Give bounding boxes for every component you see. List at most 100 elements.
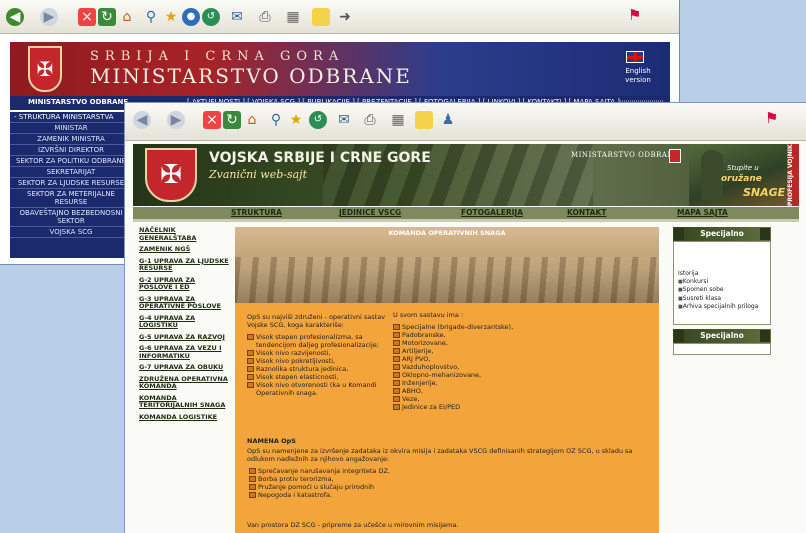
unit-link[interactable]: ZAMENIK NGŠ [139, 245, 231, 254]
history-icon[interactable]: ↺ [202, 8, 220, 26]
bullet-icon [249, 468, 256, 474]
side-menu-item[interactable]: SEKTOR ZA POLITIKU ODBRANE [10, 156, 132, 167]
special-link[interactable]: Spomen sobe [678, 286, 766, 295]
side-menu-item[interactable]: ZAMENIK MINISTRA [10, 134, 132, 145]
windows-logo-icon: ⚑ [628, 6, 642, 24]
uk-flag-icon[interactable] [626, 51, 644, 63]
bullet-icon [249, 476, 256, 482]
unit-link[interactable]: G-2 UPRAVA ZA POSLOVE I ED [139, 276, 231, 292]
ministry-link[interactable]: MINISTARSTVO ODBRANE [571, 151, 680, 159]
nav-mapa-sajta[interactable]: MAPA SAJTA [677, 208, 728, 217]
unit-link[interactable]: KOMANDA TERITORIJALNIH SNAGA [139, 394, 231, 410]
stop-icon[interactable]: × [203, 111, 221, 129]
bullet-icon [247, 350, 254, 356]
coat-of-arms-icon: ✠ [28, 46, 62, 92]
refresh-icon[interactable]: ↻ [223, 111, 241, 129]
site-title: VOJSKA SRBIJE I CRNE GORE [209, 150, 431, 166]
banner-country: SRBIJA I CRNA GORA [90, 49, 345, 64]
side-menu-item[interactable]: SEKTOR ZA LJUDSKE RESURSE [10, 178, 132, 189]
windows-logo-icon: ⚑ [765, 109, 779, 127]
promo-line3: SNAGE [743, 186, 786, 199]
special-link[interactable]: Susreti klasa [678, 295, 766, 304]
ministry-banner: ✠ SRBIJA I CRNA GORA MINISTARSTVO ODBRAN… [10, 42, 670, 96]
special-link[interactable]: Arhiva specijalnih priloga [678, 303, 766, 312]
side-menu-item[interactable]: IZVRŠNI DIREKTOR [10, 145, 132, 156]
history-icon[interactable]: ↺ [309, 111, 327, 129]
media-icon[interactable]: ● [182, 8, 200, 26]
side-menu-item[interactable]: VOJSKA SCG [10, 227, 132, 238]
banner-ministry: MINISTARSTVO ODBRANE [90, 64, 412, 88]
site-nav-bar: STRUKTURA JEDINICE VSCG FOTOGALERIJA KON… [133, 207, 799, 219]
list-item: Oklopno-mehanizovane, [393, 371, 543, 379]
unit-link[interactable]: G-6 UPRAVA ZA VEZU I INFORMATIKU [139, 344, 231, 360]
search-icon[interactable]: ⚲ [267, 111, 285, 129]
forward-icon[interactable]: ▶ [167, 111, 185, 129]
promo-line1: Stupite u [727, 164, 759, 172]
side-menu-item[interactable]: MINISTAR [10, 123, 132, 134]
bullet-icon [393, 324, 400, 330]
favorites-icon[interactable]: ★ [162, 8, 180, 26]
side-menu-item[interactable]: OBAVEŠTAJNO BEZBEDNOSNI SEKTOR [10, 208, 132, 227]
special-panel-title-2: Specijalno [673, 329, 771, 343]
unit-link[interactable]: ZDRUŽENA OPERATIVNA KOMANDA [139, 375, 231, 391]
nav-fotogalerija[interactable]: FOTOGALERIJA [461, 208, 523, 217]
list-item: Specijalne (brigade-diverzantske), [393, 323, 543, 331]
bullet-icon [393, 380, 400, 386]
special-link-history[interactable]: Istorija [678, 270, 766, 278]
refresh-icon[interactable]: ↻ [98, 8, 116, 26]
bullet-icon [393, 340, 400, 346]
nav-kontakt[interactable]: KONTAKT [567, 208, 606, 217]
favorites-icon[interactable]: ★ [287, 111, 305, 129]
special-link[interactable]: Konkursi [678, 278, 766, 287]
side-menu-header[interactable]: - STRUKTURA MINISTARSTVA [10, 112, 132, 123]
special-panel-body-2 [673, 343, 771, 355]
unit-link[interactable]: G-7 UPRAVA ZA OBUKU [139, 363, 231, 372]
operations-command-photo: KOMANDA OPERATIVNIH SNAGA [235, 227, 659, 303]
edit-icon[interactable]: ▦ [389, 111, 407, 129]
list-item: Visok nivo pokretljivosti, [247, 357, 387, 365]
messenger-icon[interactable]: ➜ [336, 8, 354, 26]
recruitment-banner[interactable]: Stupite u oružane SNAGE PROFESIJA VOJNIK [689, 144, 799, 206]
unit-link[interactable]: G-3 UPRAVA ZA OPERATIVNE POSLOVE [139, 295, 231, 311]
army-site-header: ✠ VOJSKA SRBIJE I CRNE GORE Zvanični web… [133, 144, 799, 206]
mail-icon[interactable]: ✉ [228, 8, 246, 26]
side-menu-item[interactable]: SEKTOR ZA METERIJALNE RESURSE [10, 189, 132, 208]
print-icon[interactable]: ⎙ [361, 111, 379, 129]
nav-divider [133, 219, 799, 222]
unit-link[interactable]: G-5 UPRAVA ZA RAZVOJ [139, 333, 231, 342]
home-icon[interactable]: ⌂ [243, 111, 261, 129]
unit-link[interactable]: NAČELNIK GENERALŠTABA [139, 226, 231, 242]
unit-link[interactable]: G-4 UPRAVA ZA LOGISTIKU [139, 314, 231, 330]
back-icon[interactable]: ◀ [133, 111, 151, 129]
unit-link[interactable]: G-1 UPRAVA ZA LJUDSKE RESURSE [139, 257, 231, 273]
front-browser-toolbar: ◀ ▶ × ↻ ⌂ ⚲ ★ ↺ ✉ ⎙ ▦ ♟ ⚑ [125, 103, 806, 141]
list-item: Padobranske, [393, 331, 543, 339]
soldier-figure [701, 150, 723, 200]
folder-icon[interactable] [415, 111, 433, 129]
front-browser-window: ◀ ▶ × ↻ ⌂ ⚲ ★ ↺ ✉ ⎙ ▦ ♟ ⚑ ✠ VOJSKA SRBIJ… [124, 102, 806, 533]
ministry-crest-icon[interactable] [669, 149, 681, 163]
bullet-icon [393, 364, 400, 370]
bullet-icon [393, 396, 400, 402]
print-icon[interactable]: ⎙ [256, 8, 274, 26]
bullet-icon [247, 358, 254, 364]
back-icon[interactable]: ◀ [6, 8, 24, 26]
nav-struktura[interactable]: STRUKTURA [231, 208, 282, 217]
home-icon[interactable]: ⌂ [118, 8, 136, 26]
folder-icon[interactable] [312, 8, 330, 26]
messenger-icon[interactable]: ♟ [439, 111, 457, 129]
english-version-link[interactable]: English version [618, 67, 658, 85]
photo-caption: KOMANDA OPERATIVNIH SNAGA [388, 229, 506, 237]
bullet-icon [393, 348, 400, 354]
mail-icon[interactable]: ✉ [335, 111, 353, 129]
search-icon[interactable]: ⚲ [142, 8, 160, 26]
nav-jedinice[interactable]: JEDINICE VSCG [339, 208, 401, 217]
list-item: Visok stepen profesionalizma, sa tendenc… [247, 333, 387, 349]
list-item: Visok nivo otvorenosti (ka u Komandi Ope… [247, 381, 387, 397]
forward-icon[interactable]: ▶ [40, 8, 58, 26]
composition-column: U svom sastavu ima : Specijalne (brigade… [393, 311, 543, 411]
stop-icon[interactable]: × [78, 8, 96, 26]
edit-icon[interactable]: ▦ [284, 8, 302, 26]
side-menu-item[interactable]: SEKRETARIJAT [10, 167, 132, 178]
unit-link[interactable]: KOMANDA LOGISTIKE [139, 413, 231, 422]
